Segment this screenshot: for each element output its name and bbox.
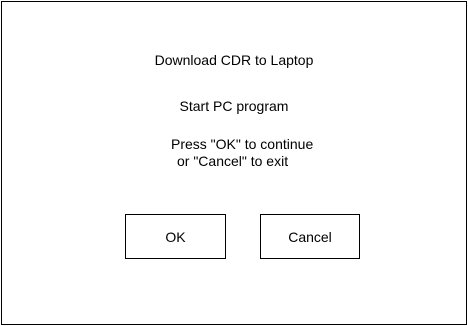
dialog-subtitle: Start PC program [179,98,289,114]
dialog-title: Download CDR to Laptop [154,52,314,68]
ok-button[interactable]: OK [125,214,226,259]
cancel-button[interactable]: Cancel [260,214,360,259]
instruction-line-exit: or "Cancel" to exit [177,153,289,169]
instruction-line-continue: Press "OK" to continue [171,136,314,152]
dialog-window: Download CDR to Laptop Start PC program … [1,1,467,325]
